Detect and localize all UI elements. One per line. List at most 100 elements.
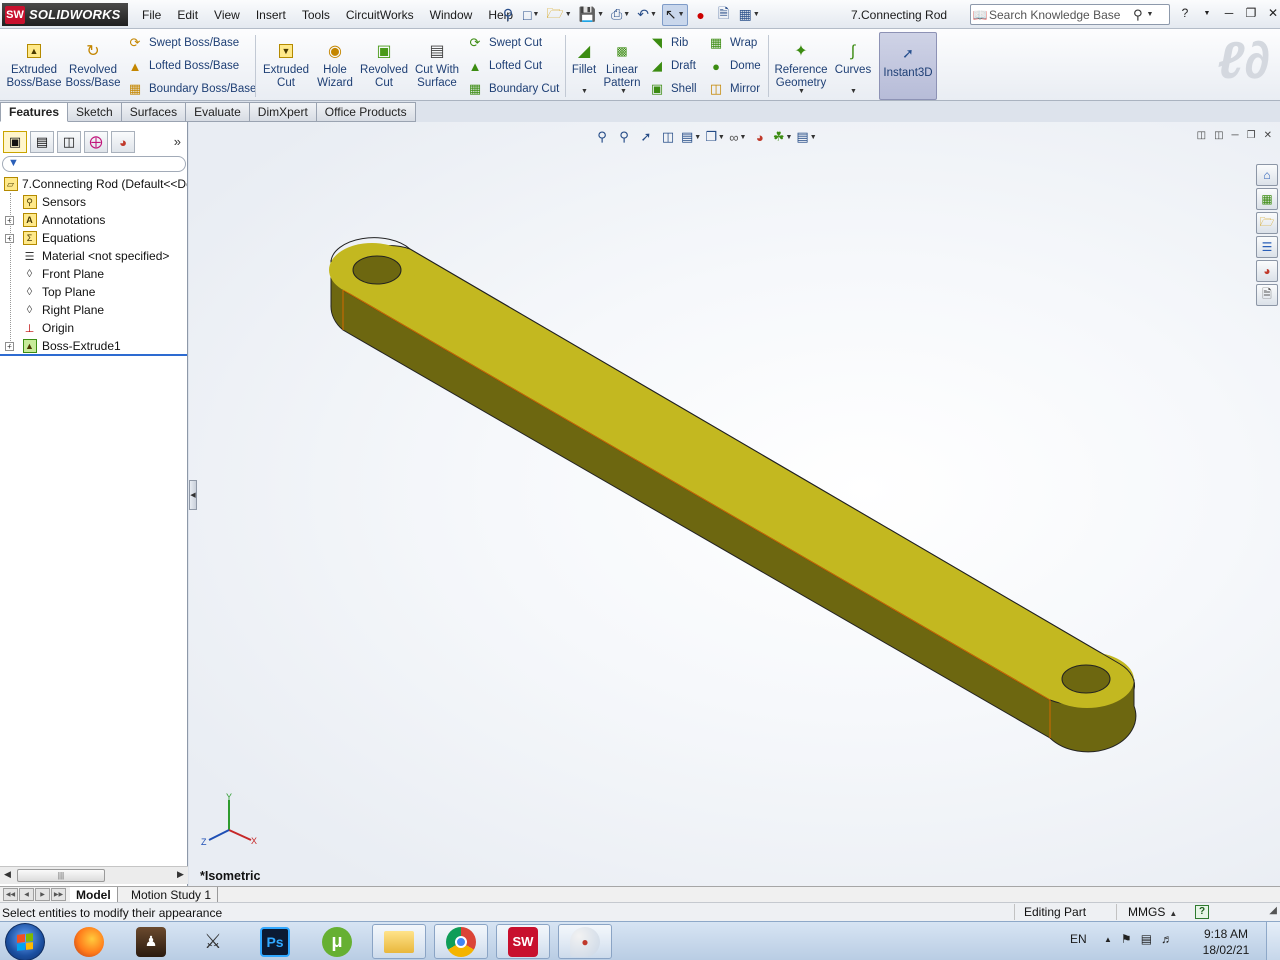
revolved-boss-button[interactable]: ↻ Revolved Boss/Base — [65, 37, 121, 90]
show-desktop-button[interactable] — [1266, 922, 1280, 960]
connecting-rod-model[interactable] — [189, 122, 1280, 886]
solidworks-logo[interactable]: SW SOLIDWORKS — [2, 3, 128, 26]
appearances-scenes-icon[interactable]: ◕ — [1256, 260, 1278, 282]
tab-surfaces[interactable]: Surfaces — [121, 102, 187, 122]
tab-evaluate[interactable]: Evaluate — [186, 102, 250, 122]
save-icon[interactable]: 💾 ▼ — [577, 4, 606, 26]
linear-pattern-dropdown-icon[interactable]: ▼ — [620, 88, 627, 95]
help-dropdown-icon[interactable]: ▼ — [1198, 3, 1216, 23]
extruded-boss-button[interactable]: ▲ Extruded Boss/Base — [6, 37, 62, 90]
expand-panel-icon[interactable]: » — [174, 134, 181, 149]
rebuild-traffic-light-icon[interactable]: ● — [691, 4, 711, 26]
curves-button[interactable]: ∫ Curves — [826, 37, 880, 77]
instant3d-button[interactable]: ➚ Instant3D — [879, 32, 937, 100]
next-tab-icon[interactable]: ▶ — [35, 888, 50, 901]
menu-tools[interactable]: Tools — [294, 8, 338, 22]
language-indicator[interactable]: EN — [1070, 932, 1087, 946]
design-library-icon[interactable]: ▦ — [1256, 188, 1278, 210]
reference-geometry-dropdown-icon[interactable]: ▼ — [798, 88, 805, 95]
menu-circuitworks[interactable]: CircuitWorks — [338, 8, 422, 22]
action-center-flag-icon[interactable]: ⚑ — [1121, 932, 1132, 946]
search-dropdown-icon[interactable]: ▼ — [1147, 11, 1154, 18]
minimize-icon[interactable]: ─ — [1220, 3, 1238, 23]
start-button[interactable] — [5, 923, 45, 960]
network-icon[interactable]: ▤ — [1141, 932, 1152, 946]
linear-pattern-button[interactable]: ▩ Linear Pattern — [596, 37, 648, 90]
swept-boss-button[interactable]: ⟳ Swept Boss/Base — [126, 33, 240, 53]
print-icon[interactable]: ⎙ ▼ — [609, 4, 632, 26]
tree-item-right-plane[interactable]: ◊ Right Plane — [0, 301, 187, 319]
scroll-left-icon[interactable]: ◀ — [4, 869, 11, 880]
search-input[interactable] — [989, 7, 1129, 22]
scroll-thumb[interactable]: ||| — [17, 869, 105, 882]
feature-tree-scrollbar[interactable]: ◀ ||| ▶ — [0, 866, 188, 884]
rollback-bar[interactable] — [0, 354, 187, 356]
close-icon[interactable]: ✕ — [1264, 3, 1280, 23]
search-icon[interactable]: ⚲ — [1133, 7, 1143, 23]
shell-button[interactable]: ▣ Shell — [648, 79, 697, 99]
tree-item-front-plane[interactable]: ◊ Front Plane — [0, 265, 187, 283]
feature-manager-tree-icon[interactable]: ▣ — [3, 131, 27, 153]
tree-item-material[interactable]: ☰ Material <not specified> — [0, 247, 187, 265]
taskbar-file-explorer[interactable] — [372, 924, 426, 959]
open-folder-icon[interactable]: 🗁 ▼ — [544, 4, 573, 26]
property-manager-icon[interactable]: ▤ — [30, 131, 54, 153]
system-clock[interactable]: 9:18 AM 18/02/21 — [1196, 926, 1256, 958]
last-tab-icon[interactable]: ▶▶ — [51, 888, 66, 901]
menu-window[interactable]: Window — [422, 8, 481, 22]
graphics-area[interactable]: ⚲ ⚲ ➚ ◫ ▤▼ ❐▼ ∞▼ ◕ ☘▼ ▤▼ ◫ ◫ ─ ❐ ✕ — [189, 122, 1280, 886]
lofted-cut-button[interactable]: ▲ Lofted Cut — [466, 56, 543, 76]
tab-office-products[interactable]: Office Products — [316, 102, 416, 122]
configuration-manager-icon[interactable]: ◫ — [57, 131, 81, 153]
tree-item-annotations[interactable]: + A Annotations — [0, 211, 187, 229]
tab-features[interactable]: Features — [0, 102, 69, 122]
tab-model[interactable]: Model — [70, 887, 118, 902]
file-properties-icon[interactable]: 🗎 — [714, 4, 734, 26]
file-explorer-icon[interactable]: 🗁 — [1256, 212, 1278, 234]
revolved-cut-button[interactable]: ▣ Revolved Cut — [356, 37, 412, 90]
taskbar-paint[interactable]: ● — [558, 924, 612, 959]
boundary-cut-button[interactable]: ▦ Boundary Cut — [466, 79, 559, 99]
taskbar-photoshop[interactable]: Ps — [248, 924, 302, 959]
fillet-dropdown-icon[interactable]: ▼ — [581, 88, 588, 95]
select-pointer-icon[interactable]: ↖ ▼ — [661, 3, 688, 26]
menu-edit[interactable]: Edit — [169, 8, 206, 22]
taskbar-firefox[interactable] — [62, 924, 116, 959]
cut-with-surface-button[interactable]: ▤ Cut With Surface — [409, 37, 465, 90]
tree-item-origin[interactable]: ⊥ Origin — [0, 319, 187, 337]
tab-motion-study-1[interactable]: Motion Study 1 — [125, 887, 219, 902]
show-hidden-icons-icon[interactable]: ▲ — [1104, 935, 1112, 946]
tree-item-part-root[interactable]: ▱ 7.Connecting Rod (Default<<Default>_Di… — [0, 175, 187, 193]
dimxpert-manager-icon[interactable]: ⨁ — [84, 131, 108, 153]
tree-item-sensors[interactable]: ⚲ Sensors — [0, 193, 187, 211]
hole-wizard-button[interactable]: ◉ Hole Wizard — [307, 37, 363, 90]
taskbar-solidworks[interactable]: SW — [496, 924, 550, 959]
first-tab-icon[interactable]: ◀◀ — [3, 888, 18, 901]
swept-cut-button[interactable]: ⟳ Swept Cut — [466, 33, 543, 53]
menu-insert[interactable]: Insert — [248, 8, 294, 22]
draft-button[interactable]: ◢ Draft — [648, 56, 696, 76]
menu-file[interactable]: File — [134, 8, 169, 22]
tab-dimxpert[interactable]: DimXpert — [249, 102, 317, 122]
dome-button[interactable]: ● Dome — [707, 56, 761, 76]
display-manager-icon[interactable]: ◕ — [111, 131, 135, 153]
tree-item-equations[interactable]: + Σ Equations — [0, 229, 187, 247]
options-icon[interactable]: ▦ ▼ — [737, 4, 762, 26]
menu-view[interactable]: View — [206, 8, 248, 22]
previous-tab-icon[interactable]: ◀ — [19, 888, 34, 901]
custom-properties-icon[interactable]: 🗎 — [1256, 284, 1278, 306]
feature-tree-filter[interactable]: ▼ — [2, 156, 186, 172]
tree-item-boss-extrude1[interactable]: + ▲ Boss-Extrude1 — [0, 337, 187, 355]
taskbar-game[interactable]: ♟ — [124, 924, 178, 959]
reference-geometry-button[interactable]: ✦ Reference Geometry — [771, 37, 831, 90]
panel-collapse-handle-icon[interactable]: ◀ — [189, 480, 197, 510]
boundary-boss-button[interactable]: ▦ Boundary Boss/Base — [126, 79, 257, 99]
tree-item-top-plane[interactable]: ◊ Top Plane — [0, 283, 187, 301]
units-selector[interactable]: MMGS ▲ — [1116, 904, 1177, 920]
taskbar-chrome[interactable] — [434, 924, 488, 959]
quick-tips-help-icon[interactable]: ? — [1195, 905, 1209, 919]
taskbar-utorrent[interactable]: μ — [310, 924, 364, 959]
rib-button[interactable]: ◥ Rib — [648, 33, 688, 53]
extruded-cut-button[interactable]: ▼ Extruded Cut — [258, 37, 314, 90]
solidworks-resources-icon[interactable]: ⌂ — [1256, 164, 1278, 186]
